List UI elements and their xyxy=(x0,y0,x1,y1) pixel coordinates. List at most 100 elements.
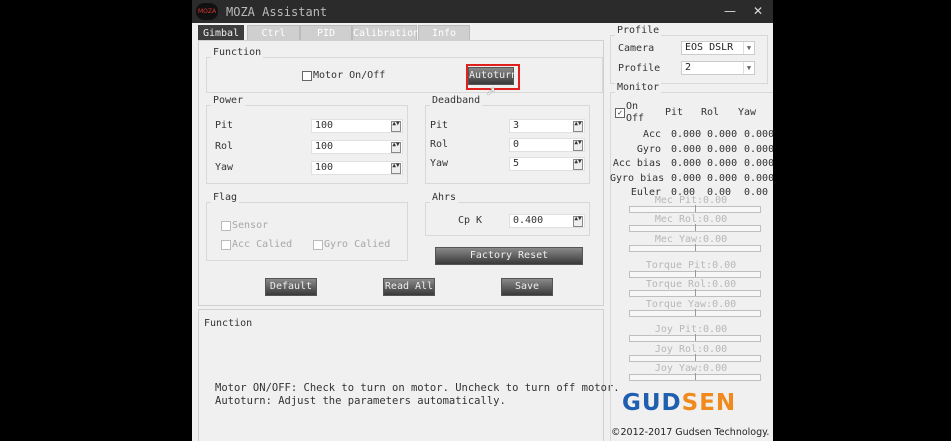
monitor-value: 0.000 xyxy=(671,173,702,184)
slider-center-mark xyxy=(695,373,696,380)
flag-group-title: Flag xyxy=(211,192,240,203)
slider-label: Joy Pit:0.00 xyxy=(654,324,728,335)
monitor-value: 0.000 xyxy=(707,144,738,155)
slider-center-mark xyxy=(695,244,696,251)
gudsen-logo-part: SEN xyxy=(681,390,737,416)
gudsen-logo: GUDSEN xyxy=(622,390,736,416)
spin-arrows-icon[interactable]: ▲▼ xyxy=(391,142,401,153)
camera-label: Camera xyxy=(618,43,655,54)
monitor-on-label: On xyxy=(626,101,639,112)
power-pit-label: Pit xyxy=(215,120,234,131)
slider-label: Torque Pit:0.00 xyxy=(645,260,737,271)
mouse-cursor-icon: ➚ xyxy=(486,84,497,98)
description-line-1: Motor ON/OFF: Check to turn on motor. Un… xyxy=(215,382,620,394)
autoturn-button[interactable]: Autoturn xyxy=(468,67,517,85)
monitor-row-label: Gyro bias xyxy=(610,173,665,184)
deadband-yaw-label: Yaw xyxy=(430,158,449,169)
description-title: Function xyxy=(204,318,253,329)
chevron-down-icon[interactable]: ▼ xyxy=(743,62,754,74)
monitor-value: 0.000 xyxy=(671,158,702,169)
description-panel xyxy=(198,309,604,441)
power-rol-label: Rol xyxy=(215,141,234,152)
monitor-value: 0.000 xyxy=(671,144,702,155)
monitor-value: 0.000 xyxy=(707,158,738,169)
deadband-rol-input[interactable]: 0 ▲▼ xyxy=(509,138,585,152)
tab-info[interactable]: Info xyxy=(418,25,470,41)
gyro-calied-checkbox[interactable] xyxy=(313,240,323,250)
save-button[interactable]: Save xyxy=(501,278,553,296)
close-button[interactable]: ✕ xyxy=(750,4,766,18)
minimize-button[interactable]: — xyxy=(722,4,738,18)
profile-select[interactable]: 2 ▼ xyxy=(681,61,755,75)
deadband-yaw-input[interactable]: 5 ▲▼ xyxy=(509,157,585,171)
camera-select[interactable]: EOS DSLR ▼ xyxy=(681,41,755,55)
slider-center-mark xyxy=(695,289,696,296)
factory-reset-button[interactable]: Factory Reset xyxy=(435,247,583,265)
slider-center-mark xyxy=(695,224,696,231)
slider-center-mark xyxy=(695,205,696,212)
title-bar: MOZA MOZA Assistant — ✕ xyxy=(192,0,773,23)
slider-label: Mec Pit:0.00 xyxy=(654,195,728,206)
slider-center-mark xyxy=(695,309,696,316)
spin-arrows-icon[interactable]: ▲▼ xyxy=(573,159,583,170)
sensor-label: Sensor xyxy=(232,220,269,231)
monitor-value: 0.000 xyxy=(671,129,702,140)
cpk-label: Cp K xyxy=(458,215,483,226)
ahrs-group-title: Ahrs xyxy=(430,192,459,203)
moza-logo: MOZA xyxy=(196,3,218,20)
slider-label: Mec Yaw:0.00 xyxy=(654,234,728,245)
slider-label: Joy Rol:0.00 xyxy=(654,344,728,355)
monitor-value: 0.000 xyxy=(744,158,773,169)
monitor-value: 0.000 xyxy=(707,129,738,140)
power-rol-input[interactable]: 100 ▲▼ xyxy=(311,140,403,154)
slider-label: Joy Yaw:0.00 xyxy=(654,363,728,374)
slider-label: Torque Rol:0.00 xyxy=(645,279,737,290)
flag-group xyxy=(206,202,408,261)
motor-onoff-label: Motor On/Off xyxy=(313,70,386,81)
function-group xyxy=(206,57,603,93)
spin-arrows-icon[interactable]: ▲▼ xyxy=(391,121,401,132)
power-group-title: Power xyxy=(211,95,246,106)
function-group-title: Function xyxy=(211,47,264,58)
spin-arrows-icon[interactable]: ▲▼ xyxy=(573,140,583,151)
tab-calibration[interactable]: Calibration xyxy=(352,25,419,41)
tab-ctrl[interactable]: Ctrl xyxy=(247,25,300,41)
slider-center-mark xyxy=(695,334,696,341)
gudsen-logo-part: GUD xyxy=(622,390,682,416)
power-yaw-input[interactable]: 100 ▲▼ xyxy=(311,161,403,175)
acc-calied-label: Acc Calied xyxy=(232,239,293,250)
power-pit-input[interactable]: 100 ▲▼ xyxy=(311,119,403,133)
cpk-input[interactable]: 0.400 ▲▼ xyxy=(509,214,585,228)
motor-onoff-checkbox[interactable] xyxy=(302,71,312,81)
slider-center-mark xyxy=(695,270,696,277)
tab-pid[interactable]: PID xyxy=(300,25,352,41)
power-yaw-label: Yaw xyxy=(215,162,234,173)
gyro-calied-label: Gyro Calied xyxy=(324,239,391,250)
window-title: MOZA Assistant xyxy=(226,5,328,19)
monitor-on-checkbox[interactable]: ✓ xyxy=(615,108,625,118)
monitor-row-label: Acc xyxy=(642,129,661,140)
monitor-value: 0.000 xyxy=(744,144,773,155)
deadband-pit-label: Pit xyxy=(430,120,449,131)
slider-label: Mec Rol:0.00 xyxy=(654,214,728,225)
acc-calied-checkbox[interactable] xyxy=(221,240,231,250)
spin-arrows-icon[interactable]: ▲▼ xyxy=(573,121,583,132)
description-line-2: Autoturn: Adjust the parameters automati… xyxy=(215,395,506,407)
monitor-row-label: Gyro xyxy=(636,144,661,155)
chevron-down-icon[interactable]: ▼ xyxy=(743,42,754,54)
spin-arrows-icon[interactable]: ▲▼ xyxy=(573,216,583,227)
monitor-group-title: Monitor xyxy=(615,82,662,93)
spin-arrows-icon[interactable]: ▲▼ xyxy=(391,163,401,174)
app-window: MOZA MOZA Assistant — ✕ Gimbal Ctrl PID … xyxy=(192,0,773,441)
monitor-col-yaw: Yaw xyxy=(738,107,757,118)
read-all-button[interactable]: Read All xyxy=(383,278,435,296)
monitor-value: 0.000 xyxy=(744,129,773,140)
profile-group-title: Profile xyxy=(615,25,662,36)
default-button[interactable]: Default xyxy=(265,278,317,296)
deadband-pit-input[interactable]: 3 ▲▼ xyxy=(509,119,585,133)
sensor-checkbox[interactable] xyxy=(221,221,231,231)
copyright-text: ©2012-2017 Gudsen Technology. xyxy=(611,427,770,438)
monitor-row-label: Acc bias xyxy=(612,158,661,169)
tab-gimbal[interactable]: Gimbal xyxy=(198,25,244,41)
monitor-value: 0.000 xyxy=(707,173,738,184)
